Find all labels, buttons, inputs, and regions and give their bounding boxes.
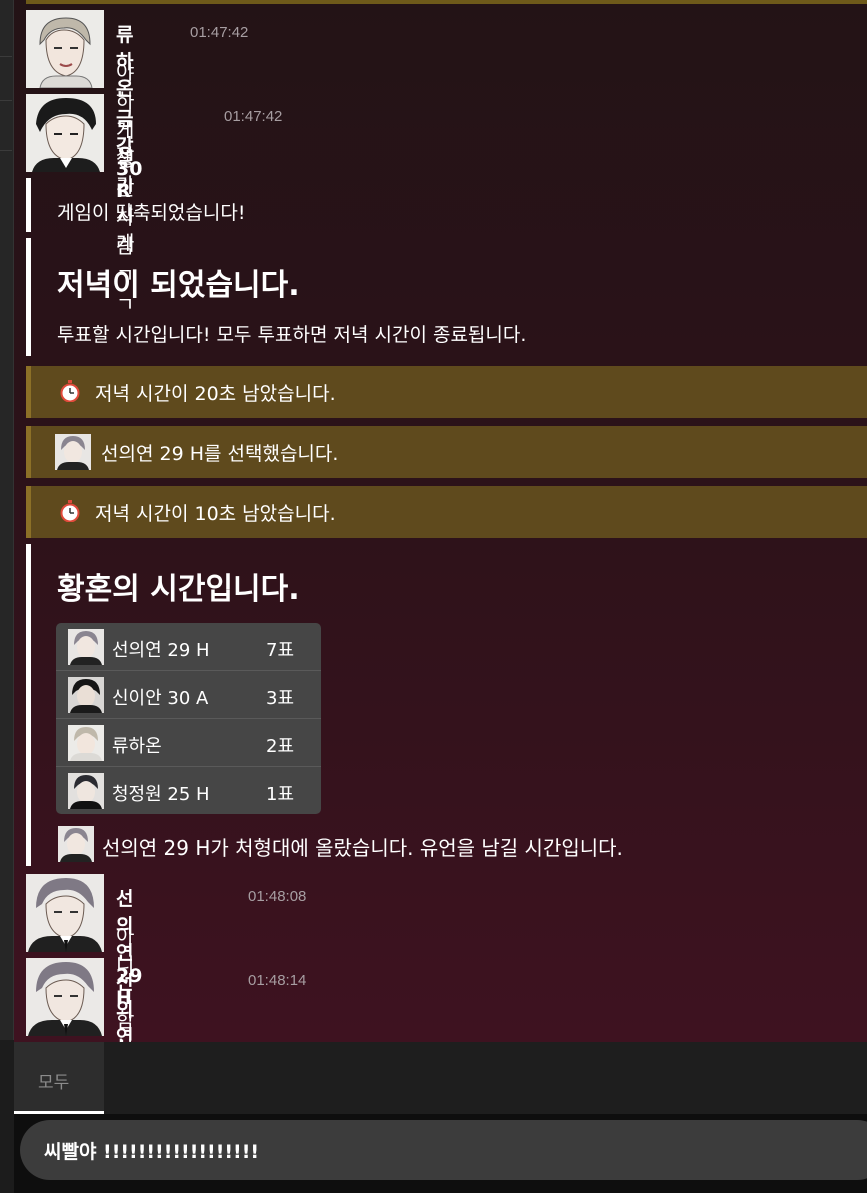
avatar (68, 677, 104, 713)
chat-log[interactable]: 류하온 01:47:42 야하게생긴사람 ㄱㄱ 금강 30 R 01:47:42… (14, 0, 867, 1042)
vote-results-table: 선의연 29 H 7표 신이안 30 A 3표 류하온 2표 청정원 25 H … (56, 623, 321, 814)
stopwatch-icon (59, 380, 81, 402)
selection-banner: 선의연 29 H를 선택했습니다. (26, 426, 867, 478)
chat-tab-bar: 모두 (14, 1042, 867, 1114)
avatar[interactable] (26, 874, 104, 952)
avatar-blond-man-icon (26, 10, 104, 88)
avatar[interactable] (26, 94, 104, 172)
top-highlight-bar (26, 0, 867, 4)
phase-description: 투표할 시간입니다! 모두 투표하면 저녁 시간이 종료됩니다. (57, 324, 527, 346)
phase-title: 저녁이 되었습니다. (57, 268, 300, 303)
vote-name: 선의연 29 H (112, 640, 210, 661)
vote-name: 류하온 (112, 736, 162, 757)
vote-row: 신이안 30 A 3표 (56, 671, 321, 719)
vote-name: 신이안 30 A (112, 688, 209, 709)
avatar[interactable] (26, 10, 104, 88)
timer-text: 저녁 시간이 10초 남았습니다. (95, 503, 336, 525)
vote-count: 1표 (266, 784, 295, 805)
tab-label: 모두 (38, 1073, 70, 1093)
system-text: 게임이 단축되었습니다! (57, 202, 246, 224)
vote-count: 2표 (266, 736, 295, 757)
message-time: 01:47:42 (190, 24, 249, 41)
avatar (58, 826, 94, 862)
selection-text: 선의연 29 H를 선택했습니다. (101, 443, 339, 465)
avatar (68, 773, 104, 809)
chat-input[interactable] (20, 1120, 867, 1180)
avatar (55, 434, 91, 470)
timer-banner: 저녁 시간이 20초 남았습니다. (26, 366, 867, 418)
vote-row: 선의연 29 H 7표 (56, 623, 321, 671)
phase-notice-evening: 저녁이 되었습니다. 투표할 시간입니다! 모두 투표하면 저녁 시간이 종료됩… (26, 238, 867, 356)
message-time: 01:47:42 (224, 108, 283, 125)
message-text: 함하자 (116, 1008, 135, 1042)
left-panel-edge (0, 0, 14, 1040)
system-notice: 게임이 단축되었습니다! (26, 178, 867, 232)
vote-count: 3표 (266, 688, 295, 709)
avatar-gray-hair-man-icon (26, 874, 104, 952)
vote-name: 청정원 25 H (112, 784, 210, 805)
message-time: 01:48:14 (248, 972, 307, 989)
avatar (68, 725, 104, 761)
vote-row: 류하온 2표 (56, 719, 321, 767)
stopwatch-icon (59, 500, 81, 522)
chat-input-area (14, 1114, 867, 1193)
phase-title: 황혼의 시간입니다. (57, 572, 300, 607)
tab-all[interactable]: 모두 (14, 1042, 104, 1114)
timer-text: 저녁 시간이 20초 남았습니다. (95, 383, 336, 405)
avatar[interactable] (26, 958, 104, 1036)
timer-banner: 저녁 시간이 10초 남았습니다. (26, 486, 867, 538)
vote-row: 청정원 25 H 1표 (56, 767, 321, 814)
avatar-gray-hair-man-icon (26, 958, 104, 1036)
message-time: 01:48:08 (248, 888, 307, 905)
avatar-dark-hair-man-icon (26, 94, 104, 172)
avatar (68, 629, 104, 665)
vote-count: 7표 (266, 640, 295, 661)
execution-text: 선의연 29 H가 처형대에 올랐습니다. 유언을 남길 시간입니다. (102, 836, 623, 860)
